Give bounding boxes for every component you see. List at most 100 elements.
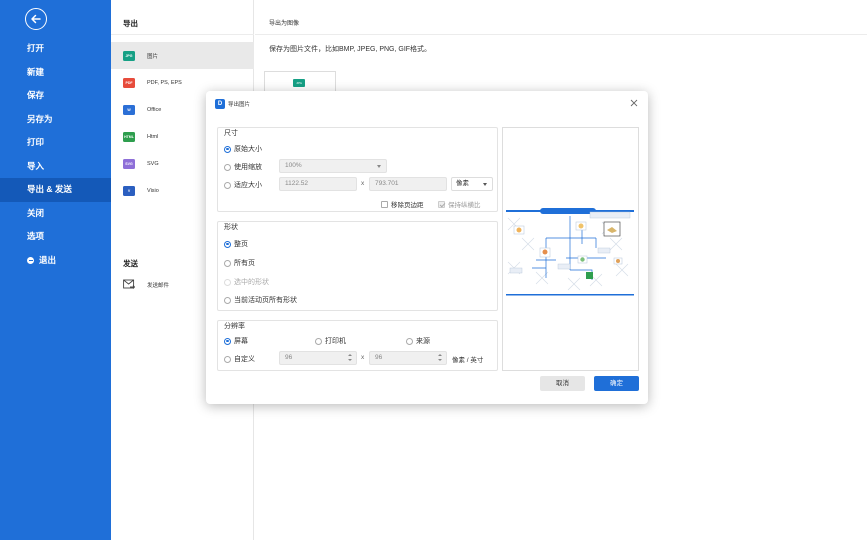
dpi-x-value: 96 <box>285 354 293 361</box>
radio-source[interactable]: 来源 <box>406 336 430 346</box>
visio-file-icon: V <box>123 185 135 196</box>
main-title: 导出为图像 <box>269 21 300 27</box>
dpi-x-stepper[interactable]: 96 <box>279 351 357 365</box>
sidebar-item-label: 打印 <box>27 137 45 147</box>
svg-file-icon: SVG <box>123 158 135 169</box>
radio-label: 原始大小 <box>234 146 262 153</box>
height-input[interactable]: 793.701 <box>369 177 447 191</box>
unit-value: 像素 <box>456 180 469 187</box>
radio-current-page-shapes[interactable]: 当前活动页所有形状 <box>224 295 297 305</box>
radio-button[interactable] <box>224 337 231 345</box>
radio-button[interactable] <box>224 259 231 267</box>
format-label: Visio <box>147 187 159 194</box>
radio-button[interactable] <box>224 296 231 304</box>
word-file-icon: W <box>123 104 135 115</box>
radio-label: 当前活动页所有形状 <box>234 297 297 304</box>
sidebar-item-save-as[interactable]: 另存为 <box>0 108 111 132</box>
checkbox[interactable] <box>438 200 445 208</box>
radio-label: 选中的形状 <box>234 279 269 286</box>
back-arrow-icon[interactable] <box>25 8 47 30</box>
radio-label: 适应大小 <box>234 182 262 189</box>
sidebar-item-options[interactable]: 选项 <box>0 225 111 249</box>
sidebar-item-exit[interactable]: 退出 <box>0 249 111 273</box>
sidebar-item-label: 退出 <box>39 254 57 265</box>
sidebar-item-label: 导出 & 发送 <box>27 184 72 194</box>
radio-button[interactable] <box>224 181 231 189</box>
jpg-file-icon: JPG <box>293 79 305 87</box>
radio-all-pages[interactable]: 所有页 <box>224 258 255 268</box>
divider <box>111 34 254 35</box>
checkbox[interactable] <box>381 200 388 208</box>
sidebar-item-label: 打开 <box>27 43 45 53</box>
sidebar-item-label: 新建 <box>27 66 45 77</box>
radio-button[interactable] <box>224 163 231 171</box>
preview-pane <box>502 127 639 371</box>
radio-button[interactable] <box>315 337 322 345</box>
sidebar-item-close[interactable]: 关闭 <box>0 202 111 226</box>
radio-fit-size[interactable]: 适应大小 <box>224 180 262 190</box>
exit-icon <box>27 256 34 264</box>
unit-select[interactable]: 像素 <box>451 177 493 191</box>
radio-button[interactable] <box>224 355 231 363</box>
radio-button[interactable] <box>224 278 231 286</box>
radio-whole-page[interactable]: 整页 <box>224 239 248 249</box>
sidebar-item-print[interactable]: 打印 <box>0 131 111 155</box>
keep-ratio-checkbox[interactable]: 保持纵横比 <box>438 199 481 209</box>
resolution-group: 分辨率 屏幕 打印机 来源 自定义 96 x 96 像素 / 英寸 <box>217 320 498 371</box>
html-file-icon: HTML <box>123 131 135 142</box>
pdf-file-icon: PDF <box>123 77 135 88</box>
resolution-group-title: 分辨率 <box>224 323 245 330</box>
format-label: Html <box>147 133 159 140</box>
radio-label: 整页 <box>234 241 248 248</box>
sidebar-item-label: 保存 <box>27 90 45 100</box>
email-icon <box>123 279 135 289</box>
radio-printer[interactable]: 打印机 <box>315 336 346 346</box>
sidebar-item-open[interactable]: 打开 <box>0 37 111 61</box>
dpi-y-stepper[interactable]: 96 <box>369 351 447 365</box>
radio-label: 屏幕 <box>234 338 248 345</box>
diagram-preview-image <box>506 208 634 298</box>
radio-use-zoom[interactable]: 使用缩放 <box>224 162 262 172</box>
sidebar-item-new[interactable]: 新建 <box>0 61 111 85</box>
format-label: Office <box>147 106 162 113</box>
format-label: PDF, PS, EPS <box>147 79 182 86</box>
sidebar-item-label: 选项 <box>27 231 45 241</box>
spinner-icon[interactable] <box>348 354 353 363</box>
radio-button[interactable] <box>224 145 231 153</box>
chevron-down-icon <box>377 165 381 168</box>
radio-custom[interactable]: 自定义 <box>224 354 255 364</box>
export-image-dialog: D 导出图片 尺寸 原始大小 使用缩放 100% 适应大小 1122.52 x … <box>206 91 648 404</box>
main-description: 保存为图片文件，比如BMP, JPEG, PNG, GIF格式。 <box>269 46 432 53</box>
close-icon[interactable] <box>629 98 639 108</box>
format-item-image[interactable]: JPG 图片 <box>111 42 254 69</box>
radio-original-size[interactable]: 原始大小 <box>224 144 262 154</box>
checkbox-label: 保持纵横比 <box>448 202 481 209</box>
jpg-file-icon: JPG <box>123 50 135 61</box>
sidebar-item-import[interactable]: 导入 <box>0 155 111 179</box>
sidebar-item-export-send[interactable]: 导出 & 发送 <box>0 178 111 202</box>
zoom-value: 100% <box>285 162 302 169</box>
shape-group: 形状 整页 所有页 选中的形状 当前活动页所有形状 <box>217 221 498 311</box>
radio-screen[interactable]: 屏幕 <box>224 336 248 346</box>
sidebar: 打开 新建 保存 另存为 打印 导入 导出 & 发送 关闭 选项 退出 <box>0 0 111 540</box>
dialog-header: D 导出图片 <box>206 91 648 119</box>
remove-margin-checkbox[interactable]: 移除页边距 <box>381 199 424 209</box>
shape-group-title: 形状 <box>224 224 238 231</box>
send-email-item[interactable]: 发送邮件 <box>123 279 169 290</box>
export-panel-title: 导出 <box>123 19 138 28</box>
radio-button[interactable] <box>406 337 413 345</box>
sidebar-item-label: 关闭 <box>27 207 45 218</box>
send-section-title: 发送 <box>123 259 138 268</box>
zoom-select[interactable]: 100% <box>279 159 387 173</box>
ok-button[interactable]: 确定 <box>594 376 639 391</box>
radio-label: 打印机 <box>325 338 346 345</box>
spinner-icon[interactable] <box>438 354 443 363</box>
cancel-button[interactable]: 取消 <box>540 376 585 391</box>
width-input[interactable]: 1122.52 <box>279 177 357 191</box>
size-group: 尺寸 原始大小 使用缩放 100% 适应大小 1122.52 x 793.701… <box>217 127 498 212</box>
chevron-down-icon <box>483 183 487 186</box>
sidebar-item-save[interactable]: 保存 <box>0 84 111 108</box>
format-label: 图片 <box>147 53 159 60</box>
radio-button[interactable] <box>224 240 231 248</box>
radio-selected-shapes[interactable]: 选中的形状 <box>224 277 269 287</box>
